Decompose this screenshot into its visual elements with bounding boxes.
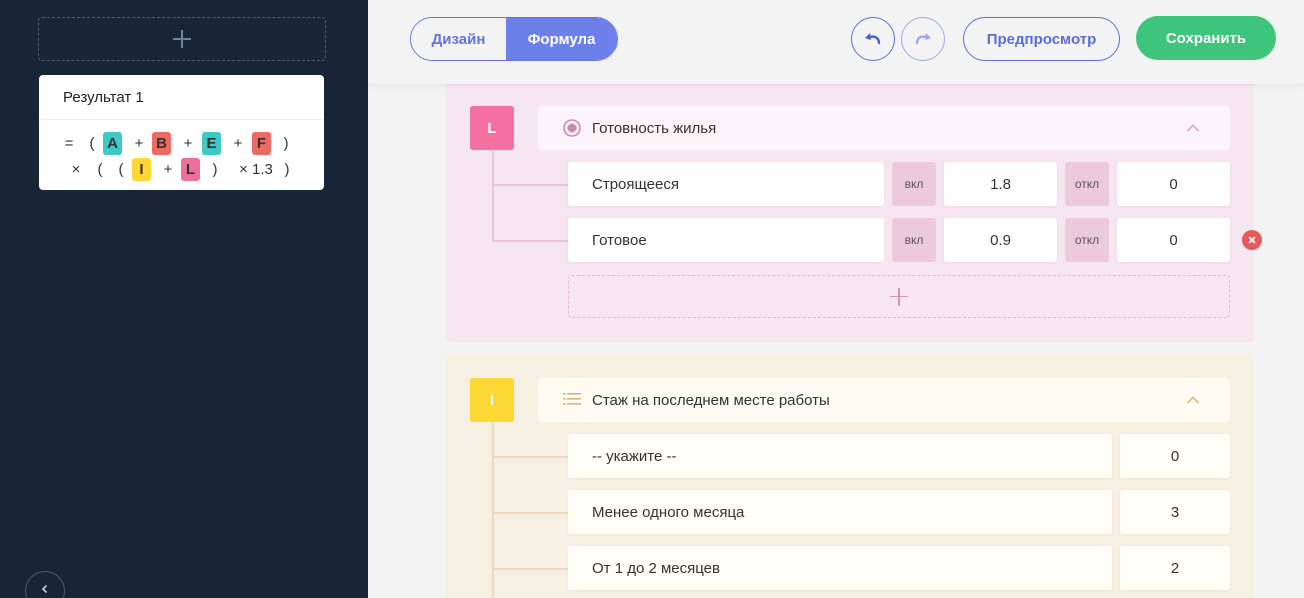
radio-icon: [563, 119, 581, 141]
formula-var-e: E: [202, 131, 221, 155]
formula-plus: +: [183, 134, 193, 152]
option-label-field[interactable]: -- укажите --: [568, 434, 1112, 478]
undo-icon: [865, 33, 881, 45]
chevron-up-icon[interactable]: [1186, 120, 1200, 137]
preview-button[interactable]: Предпросмотр: [963, 17, 1120, 61]
formula-plus: +: [233, 134, 243, 152]
option-value-field[interactable]: 0: [1120, 434, 1230, 478]
toolbar: Дизайн Формула Предпросмотр Сохранить: [368, 0, 1304, 84]
formula-var-l: L: [181, 157, 200, 181]
tree-branch: [492, 456, 568, 458]
undo-button[interactable]: [851, 17, 895, 61]
tree-line: [492, 422, 494, 598]
off-value-field[interactable]: 0: [1117, 162, 1230, 206]
formula-var-f: F: [252, 131, 271, 155]
plus-icon: [173, 30, 191, 48]
formula-var-a: A: [103, 131, 122, 155]
on-value-field[interactable]: 0.9: [944, 218, 1057, 262]
option-value-field[interactable]: 3: [1120, 490, 1230, 534]
redo-icon: [915, 33, 931, 45]
tab-design[interactable]: Дизайн: [411, 18, 506, 60]
save-button[interactable]: Сохранить: [1136, 16, 1276, 60]
option-label-field[interactable]: Менее одного месяца: [568, 490, 1112, 534]
tree-line: [492, 150, 494, 240]
collapse-sidebar-button[interactable]: [25, 571, 65, 598]
variable-letter-badge: L: [470, 106, 514, 150]
tree-branch: [492, 184, 568, 186]
result-card[interactable]: Результат 1 = ( A + B + E + F ) × ( ( I …: [39, 75, 324, 190]
on-tag: вкл: [892, 218, 936, 262]
formula-equals: =: [64, 134, 74, 152]
off-tag: откл: [1065, 162, 1109, 206]
list-icon: [563, 391, 581, 411]
question-block-l: L Готовность жилья Строящееся вкл 1.8 от…: [446, 70, 1262, 342]
question-block-i: I Стаж на последнем месте работы -- укаж…: [446, 354, 1254, 598]
tree-branch: [492, 240, 568, 242]
tab-formula[interactable]: Формула: [506, 18, 617, 60]
question-title: Готовность жилья: [592, 119, 717, 137]
question-header[interactable]: Готовность жилья: [538, 106, 1230, 150]
formula-paren: ): [283, 134, 289, 152]
formula-plus: +: [163, 160, 173, 178]
tree-branch: [492, 512, 568, 514]
formula-paren: (: [89, 134, 95, 152]
formula-plus: +: [134, 134, 144, 152]
question-header[interactable]: Стаж на последнем месте работы: [538, 378, 1230, 422]
redo-button[interactable]: [901, 17, 945, 61]
chevron-left-icon: [41, 584, 48, 594]
formula-multiplier: × 1.3: [239, 160, 273, 178]
option-label-field[interactable]: Строящееся: [568, 162, 884, 206]
formula-var-i: I: [132, 157, 151, 181]
chevron-up-icon[interactable]: [1186, 392, 1200, 409]
formula-multiply: ×: [71, 160, 81, 178]
result-title: Результат 1: [39, 75, 324, 120]
question-title: Стаж на последнем месте работы: [592, 391, 830, 409]
off-value-field[interactable]: 0: [1117, 218, 1230, 262]
tree-branch: [492, 568, 568, 570]
plus-icon: [890, 287, 908, 306]
formula-paren: (: [97, 160, 103, 178]
off-tag: откл: [1065, 218, 1109, 262]
formula-var-b: B: [152, 131, 171, 155]
option-label-field[interactable]: От 1 до 2 месяцев: [568, 546, 1112, 590]
formula-paren: (: [118, 160, 124, 178]
on-value-field[interactable]: 1.8: [944, 162, 1057, 206]
formula-paren: ): [284, 160, 290, 178]
option-value-field[interactable]: 2: [1120, 546, 1230, 590]
formula-paren: ): [212, 160, 218, 178]
mode-switch: Дизайн Формула: [410, 17, 618, 61]
add-option-button[interactable]: [568, 275, 1230, 318]
sidebar: Результат 1 = ( A + B + E + F ) × ( ( I …: [0, 0, 368, 598]
delete-option-icon[interactable]: [1242, 230, 1262, 250]
variable-letter-badge: I: [470, 378, 514, 422]
on-tag: вкл: [892, 162, 936, 206]
add-result-button[interactable]: [38, 17, 326, 61]
option-label-field[interactable]: Готовое: [568, 218, 884, 262]
